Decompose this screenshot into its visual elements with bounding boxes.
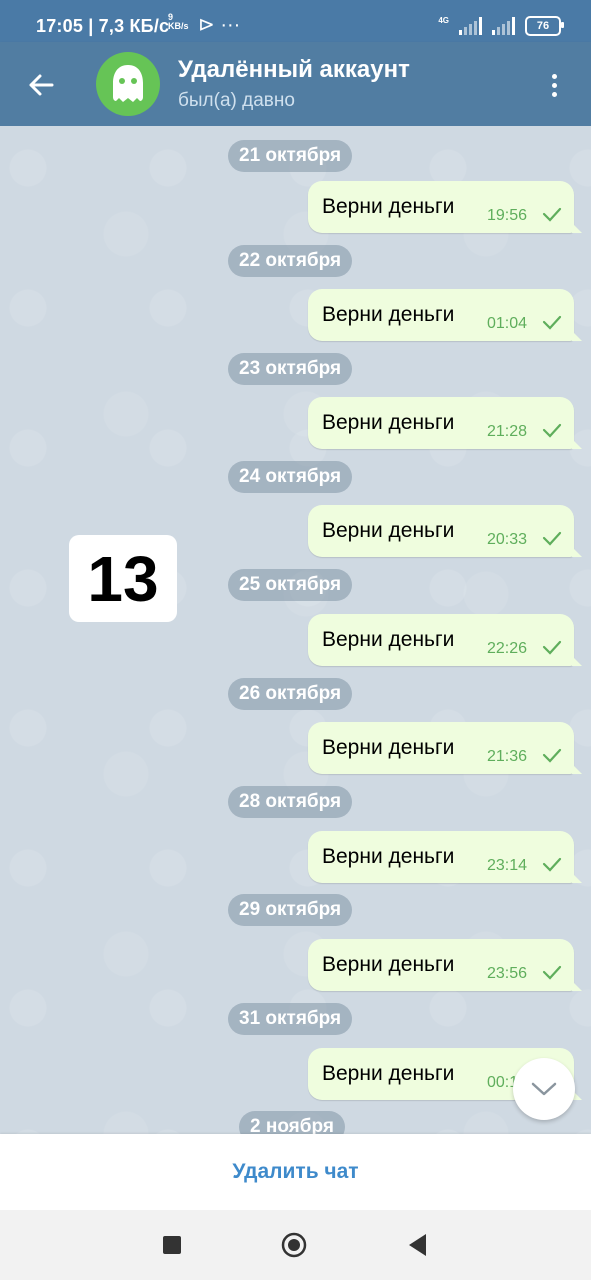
message-time: 22:26 — [487, 640, 528, 657]
message-text: Верни деньги — [322, 411, 455, 434]
message-time: 23:56 — [487, 965, 528, 982]
chevron-down-icon — [531, 1082, 557, 1096]
message-text: Верни деньги — [322, 303, 455, 326]
avatar[interactable] — [96, 52, 160, 116]
date-separator: 21 октября — [228, 140, 353, 172]
message-bubble[interactable]: Верни деньги 23:56 — [308, 939, 582, 991]
message-bubble[interactable]: Верни деньги 21:28 — [308, 397, 582, 449]
signal-icon-2 — [492, 17, 515, 35]
ghost-icon — [113, 65, 143, 102]
home-icon[interactable] — [281, 1232, 307, 1258]
check-icon — [542, 965, 562, 980]
check-icon — [542, 423, 562, 438]
message-time: 01:04 — [487, 315, 528, 332]
date-separator: 29 октября — [228, 894, 353, 926]
network-type: 4G — [438, 15, 449, 25]
bottom-action-bar: Удалить чат — [0, 1134, 591, 1210]
date-separator: 28 октября — [228, 786, 353, 818]
message-text: Верни деньги — [322, 1062, 455, 1085]
date-separator: 26 октября — [228, 678, 353, 710]
message-text: Верни деньги — [322, 845, 455, 868]
status-time: 17:05 | 7,3 КБ/с — [36, 16, 170, 36]
check-icon — [542, 857, 562, 872]
date-separator: 2 ноября — [239, 1111, 345, 1134]
date-separator: 24 октября — [228, 461, 353, 493]
message-text: Верни деньги — [322, 736, 455, 759]
check-icon — [542, 640, 562, 655]
battery-icon: 76 — [525, 16, 564, 36]
message-bubble[interactable]: Верни деньги 20:33 — [308, 505, 582, 557]
message-bubble[interactable]: Верни деньги 01:04 — [308, 289, 582, 341]
message-text: Верни деньги — [322, 953, 455, 976]
check-icon — [542, 315, 562, 330]
date-separator: 23 октября — [228, 353, 353, 385]
message-text: Верни деньги — [322, 195, 455, 218]
recent-apps-icon[interactable] — [163, 1236, 181, 1254]
chat-area[interactable]: 21 октября Верни деньги 19:56 22 октября… — [0, 126, 591, 1134]
message-time: 20:33 — [487, 531, 528, 548]
notification-icons: ⊳ ··· — [198, 14, 241, 36]
system-nav-bar — [0, 1210, 591, 1280]
speed-unit: 9 KB/s — [168, 12, 189, 31]
check-icon — [542, 207, 562, 222]
check-icon — [542, 531, 562, 546]
back-triangle-icon[interactable] — [405, 1231, 429, 1259]
message-bubble[interactable]: Верни деньги 21:36 — [308, 722, 582, 774]
unread-counter: 13 — [69, 535, 177, 622]
back-arrow-icon[interactable] — [24, 68, 58, 102]
signal-icon — [459, 17, 482, 35]
message-bubble[interactable]: Верни деньги 19:56 — [308, 181, 582, 233]
chat-title[interactable]: Удалённый аккаунт — [178, 56, 410, 84]
status-right: 4G 76 — [438, 14, 564, 38]
date-separator: 25 октября — [228, 569, 353, 601]
date-separator: 22 октября — [228, 245, 353, 277]
chat-header: Удалённый аккаунт был(а) давно — [0, 42, 591, 126]
message-time: 21:28 — [487, 423, 528, 440]
message-time: 21:36 — [487, 748, 528, 765]
last-seen-status: был(а) давно — [178, 90, 295, 111]
message-text: Верни деньги — [322, 519, 455, 542]
message-text: Верни деньги — [322, 628, 455, 651]
check-icon — [542, 748, 562, 763]
more-menu-icon[interactable] — [544, 68, 564, 102]
scroll-down-button[interactable] — [513, 1058, 575, 1120]
message-time: 19:56 — [487, 207, 528, 224]
message-bubble[interactable]: Верни деньги 22:26 — [308, 614, 582, 666]
delete-chat-button[interactable]: Удалить чат — [232, 1160, 358, 1184]
message-time: 23:14 — [487, 857, 528, 874]
message-bubble[interactable]: Верни деньги 23:14 — [308, 831, 582, 883]
date-separator: 31 октября — [228, 1003, 353, 1035]
